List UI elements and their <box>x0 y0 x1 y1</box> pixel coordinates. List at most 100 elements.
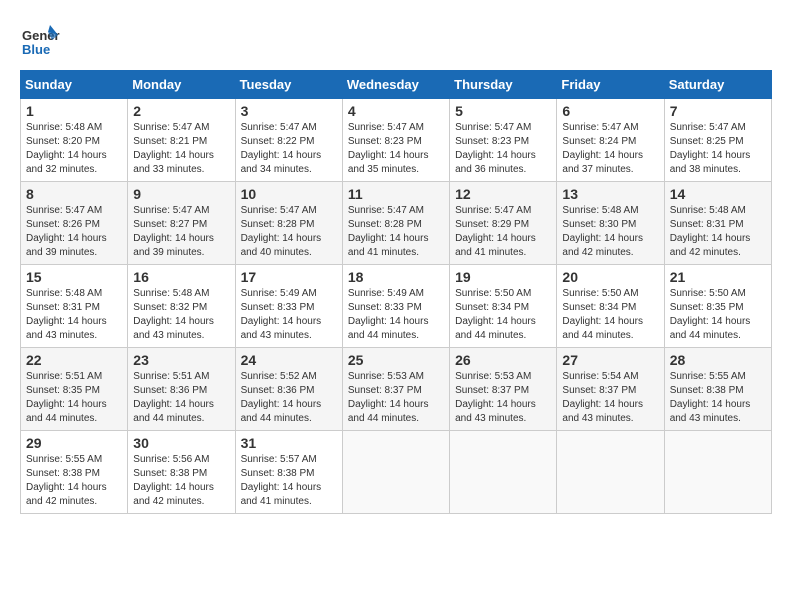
day-number: 15 <box>26 269 122 285</box>
sunset-text: Sunset: 8:35 PM <box>670 302 744 313</box>
day-info: Sunrise: 5:49 AM Sunset: 8:33 PM Dayligh… <box>348 287 444 343</box>
day-info: Sunrise: 5:51 AM Sunset: 8:35 PM Dayligh… <box>26 370 122 426</box>
sunset-text: Sunset: 8:26 PM <box>26 219 100 230</box>
day-header: Thursday <box>450 71 557 99</box>
calendar-cell: 27 Sunrise: 5:54 AM Sunset: 8:37 PM Dayl… <box>557 348 664 431</box>
daylight-text: Daylight: 14 hours and 41 minutes. <box>241 482 322 507</box>
day-info: Sunrise: 5:53 AM Sunset: 8:37 PM Dayligh… <box>348 370 444 426</box>
sunset-text: Sunset: 8:38 PM <box>26 468 100 479</box>
sunset-text: Sunset: 8:36 PM <box>133 385 207 396</box>
calendar-cell: 8 Sunrise: 5:47 AM Sunset: 8:26 PM Dayli… <box>21 182 128 265</box>
day-number: 1 <box>26 103 122 119</box>
calendar-week-row: 1 Sunrise: 5:48 AM Sunset: 8:20 PM Dayli… <box>21 99 772 182</box>
day-info: Sunrise: 5:57 AM Sunset: 8:38 PM Dayligh… <box>241 453 337 509</box>
sunset-text: Sunset: 8:31 PM <box>26 302 100 313</box>
day-number: 4 <box>348 103 444 119</box>
header: General Blue <box>20 20 772 60</box>
day-number: 3 <box>241 103 337 119</box>
day-number: 27 <box>562 352 658 368</box>
day-info: Sunrise: 5:47 AM Sunset: 8:23 PM Dayligh… <box>348 121 444 177</box>
daylight-text: Daylight: 14 hours and 43 minutes. <box>241 316 322 341</box>
sunset-text: Sunset: 8:20 PM <box>26 136 100 147</box>
sunset-text: Sunset: 8:22 PM <box>241 136 315 147</box>
sunrise-text: Sunrise: 5:48 AM <box>562 205 638 216</box>
day-header: Wednesday <box>342 71 449 99</box>
daylight-text: Daylight: 14 hours and 44 minutes. <box>670 316 751 341</box>
day-number: 5 <box>455 103 551 119</box>
daylight-text: Daylight: 14 hours and 33 minutes. <box>133 150 214 175</box>
calendar-cell: 6 Sunrise: 5:47 AM Sunset: 8:24 PM Dayli… <box>557 99 664 182</box>
daylight-text: Daylight: 14 hours and 39 minutes. <box>26 233 107 258</box>
sunset-text: Sunset: 8:21 PM <box>133 136 207 147</box>
day-number: 18 <box>348 269 444 285</box>
calendar-cell: 13 Sunrise: 5:48 AM Sunset: 8:30 PM Dayl… <box>557 182 664 265</box>
sunrise-text: Sunrise: 5:50 AM <box>455 288 531 299</box>
sunset-text: Sunset: 8:37 PM <box>455 385 529 396</box>
calendar-cell: 22 Sunrise: 5:51 AM Sunset: 8:35 PM Dayl… <box>21 348 128 431</box>
day-info: Sunrise: 5:54 AM Sunset: 8:37 PM Dayligh… <box>562 370 658 426</box>
sunrise-text: Sunrise: 5:47 AM <box>133 205 209 216</box>
sunrise-text: Sunrise: 5:47 AM <box>348 122 424 133</box>
sunset-text: Sunset: 8:37 PM <box>348 385 422 396</box>
day-number: 21 <box>670 269 766 285</box>
daylight-text: Daylight: 14 hours and 43 minutes. <box>562 399 643 424</box>
daylight-text: Daylight: 14 hours and 32 minutes. <box>26 150 107 175</box>
day-info: Sunrise: 5:49 AM Sunset: 8:33 PM Dayligh… <box>241 287 337 343</box>
sunrise-text: Sunrise: 5:47 AM <box>348 205 424 216</box>
sunset-text: Sunset: 8:35 PM <box>26 385 100 396</box>
calendar-cell <box>342 431 449 514</box>
day-number: 29 <box>26 435 122 451</box>
sunrise-text: Sunrise: 5:52 AM <box>241 371 317 382</box>
sunrise-text: Sunrise: 5:48 AM <box>26 122 102 133</box>
calendar-cell: 28 Sunrise: 5:55 AM Sunset: 8:38 PM Dayl… <box>664 348 771 431</box>
day-info: Sunrise: 5:50 AM Sunset: 8:34 PM Dayligh… <box>562 287 658 343</box>
calendar-week-row: 22 Sunrise: 5:51 AM Sunset: 8:35 PM Dayl… <box>21 348 772 431</box>
day-number: 17 <box>241 269 337 285</box>
sunrise-text: Sunrise: 5:53 AM <box>455 371 531 382</box>
sunrise-text: Sunrise: 5:49 AM <box>348 288 424 299</box>
day-info: Sunrise: 5:50 AM Sunset: 8:34 PM Dayligh… <box>455 287 551 343</box>
sunrise-text: Sunrise: 5:47 AM <box>133 122 209 133</box>
sunset-text: Sunset: 8:30 PM <box>562 219 636 230</box>
sunset-text: Sunset: 8:28 PM <box>241 219 315 230</box>
day-number: 8 <box>26 186 122 202</box>
day-info: Sunrise: 5:50 AM Sunset: 8:35 PM Dayligh… <box>670 287 766 343</box>
day-number: 16 <box>133 269 229 285</box>
calendar-cell: 1 Sunrise: 5:48 AM Sunset: 8:20 PM Dayli… <box>21 99 128 182</box>
sunrise-text: Sunrise: 5:47 AM <box>670 122 746 133</box>
day-number: 20 <box>562 269 658 285</box>
day-number: 23 <box>133 352 229 368</box>
day-number: 19 <box>455 269 551 285</box>
day-number: 11 <box>348 186 444 202</box>
day-info: Sunrise: 5:52 AM Sunset: 8:36 PM Dayligh… <box>241 370 337 426</box>
day-header: Monday <box>128 71 235 99</box>
calendar-cell: 14 Sunrise: 5:48 AM Sunset: 8:31 PM Dayl… <box>664 182 771 265</box>
day-info: Sunrise: 5:55 AM Sunset: 8:38 PM Dayligh… <box>26 453 122 509</box>
calendar-cell: 7 Sunrise: 5:47 AM Sunset: 8:25 PM Dayli… <box>664 99 771 182</box>
day-number: 22 <box>26 352 122 368</box>
calendar-cell <box>664 431 771 514</box>
calendar-cell: 16 Sunrise: 5:48 AM Sunset: 8:32 PM Dayl… <box>128 265 235 348</box>
sunrise-text: Sunrise: 5:55 AM <box>26 454 102 465</box>
calendar-cell: 24 Sunrise: 5:52 AM Sunset: 8:36 PM Dayl… <box>235 348 342 431</box>
sunset-text: Sunset: 8:36 PM <box>241 385 315 396</box>
daylight-text: Daylight: 14 hours and 44 minutes. <box>26 399 107 424</box>
daylight-text: Daylight: 14 hours and 40 minutes. <box>241 233 322 258</box>
daylight-text: Daylight: 14 hours and 44 minutes. <box>241 399 322 424</box>
sunrise-text: Sunrise: 5:48 AM <box>26 288 102 299</box>
day-info: Sunrise: 5:47 AM Sunset: 8:28 PM Dayligh… <box>348 204 444 260</box>
day-number: 2 <box>133 103 229 119</box>
logo: General Blue <box>20 20 60 60</box>
daylight-text: Daylight: 14 hours and 38 minutes. <box>670 150 751 175</box>
calendar-cell: 26 Sunrise: 5:53 AM Sunset: 8:37 PM Dayl… <box>450 348 557 431</box>
daylight-text: Daylight: 14 hours and 44 minutes. <box>455 316 536 341</box>
calendar-cell: 11 Sunrise: 5:47 AM Sunset: 8:28 PM Dayl… <box>342 182 449 265</box>
calendar-cell: 29 Sunrise: 5:55 AM Sunset: 8:38 PM Dayl… <box>21 431 128 514</box>
sunrise-text: Sunrise: 5:50 AM <box>562 288 638 299</box>
daylight-text: Daylight: 14 hours and 41 minutes. <box>455 233 536 258</box>
sunrise-text: Sunrise: 5:47 AM <box>455 205 531 216</box>
day-info: Sunrise: 5:53 AM Sunset: 8:37 PM Dayligh… <box>455 370 551 426</box>
sunrise-text: Sunrise: 5:49 AM <box>241 288 317 299</box>
daylight-text: Daylight: 14 hours and 42 minutes. <box>670 233 751 258</box>
sunset-text: Sunset: 8:34 PM <box>562 302 636 313</box>
